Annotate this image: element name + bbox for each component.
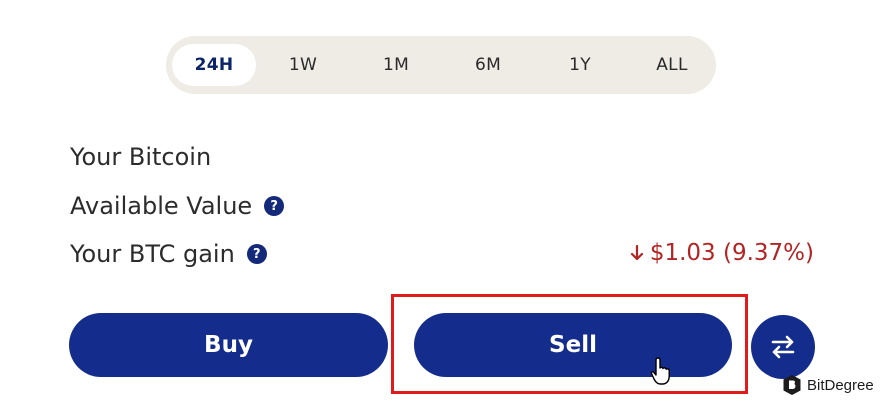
btc-gain-value: $1.03 (9.37%) — [630, 240, 814, 266]
available-value-label: Available Value — [70, 192, 253, 220]
your-bitcoin-label: Your Bitcoin — [70, 143, 212, 171]
sell-button[interactable]: Sell — [414, 313, 732, 377]
bitdegree-logo-icon — [783, 375, 801, 395]
time-range-selector: 24H 1W 1M 6M 1Y ALL — [166, 36, 716, 94]
swap-button[interactable] — [751, 315, 815, 379]
swap-arrows-icon — [771, 335, 795, 359]
tab-1w[interactable]: 1W — [261, 44, 345, 86]
arrow-down-icon — [630, 244, 643, 261]
available-value-row: Available Value ? — [70, 192, 285, 220]
tab-24h[interactable]: 24H — [172, 44, 256, 86]
tab-6m[interactable]: 6M — [446, 44, 530, 86]
tab-1y[interactable]: 1Y — [538, 44, 622, 86]
btc-gain-amount: $1.03 (9.37%) — [649, 240, 814, 266]
tab-all[interactable]: ALL — [630, 44, 714, 86]
tab-1m[interactable]: 1M — [354, 44, 438, 86]
btc-gain-label: Your BTC gain — [70, 240, 235, 268]
help-icon[interactable]: ? — [246, 244, 267, 264]
btc-gain-row: Your BTC gain ? — [70, 240, 267, 268]
hand-cursor-icon — [650, 357, 670, 385]
buy-button[interactable]: Buy — [69, 313, 388, 377]
help-icon[interactable]: ? — [264, 196, 285, 216]
your-bitcoin-row: Your Bitcoin — [70, 143, 211, 171]
watermark-text: BitDegree — [807, 376, 874, 394]
bitdegree-watermark: BitDegree — [782, 374, 874, 396]
